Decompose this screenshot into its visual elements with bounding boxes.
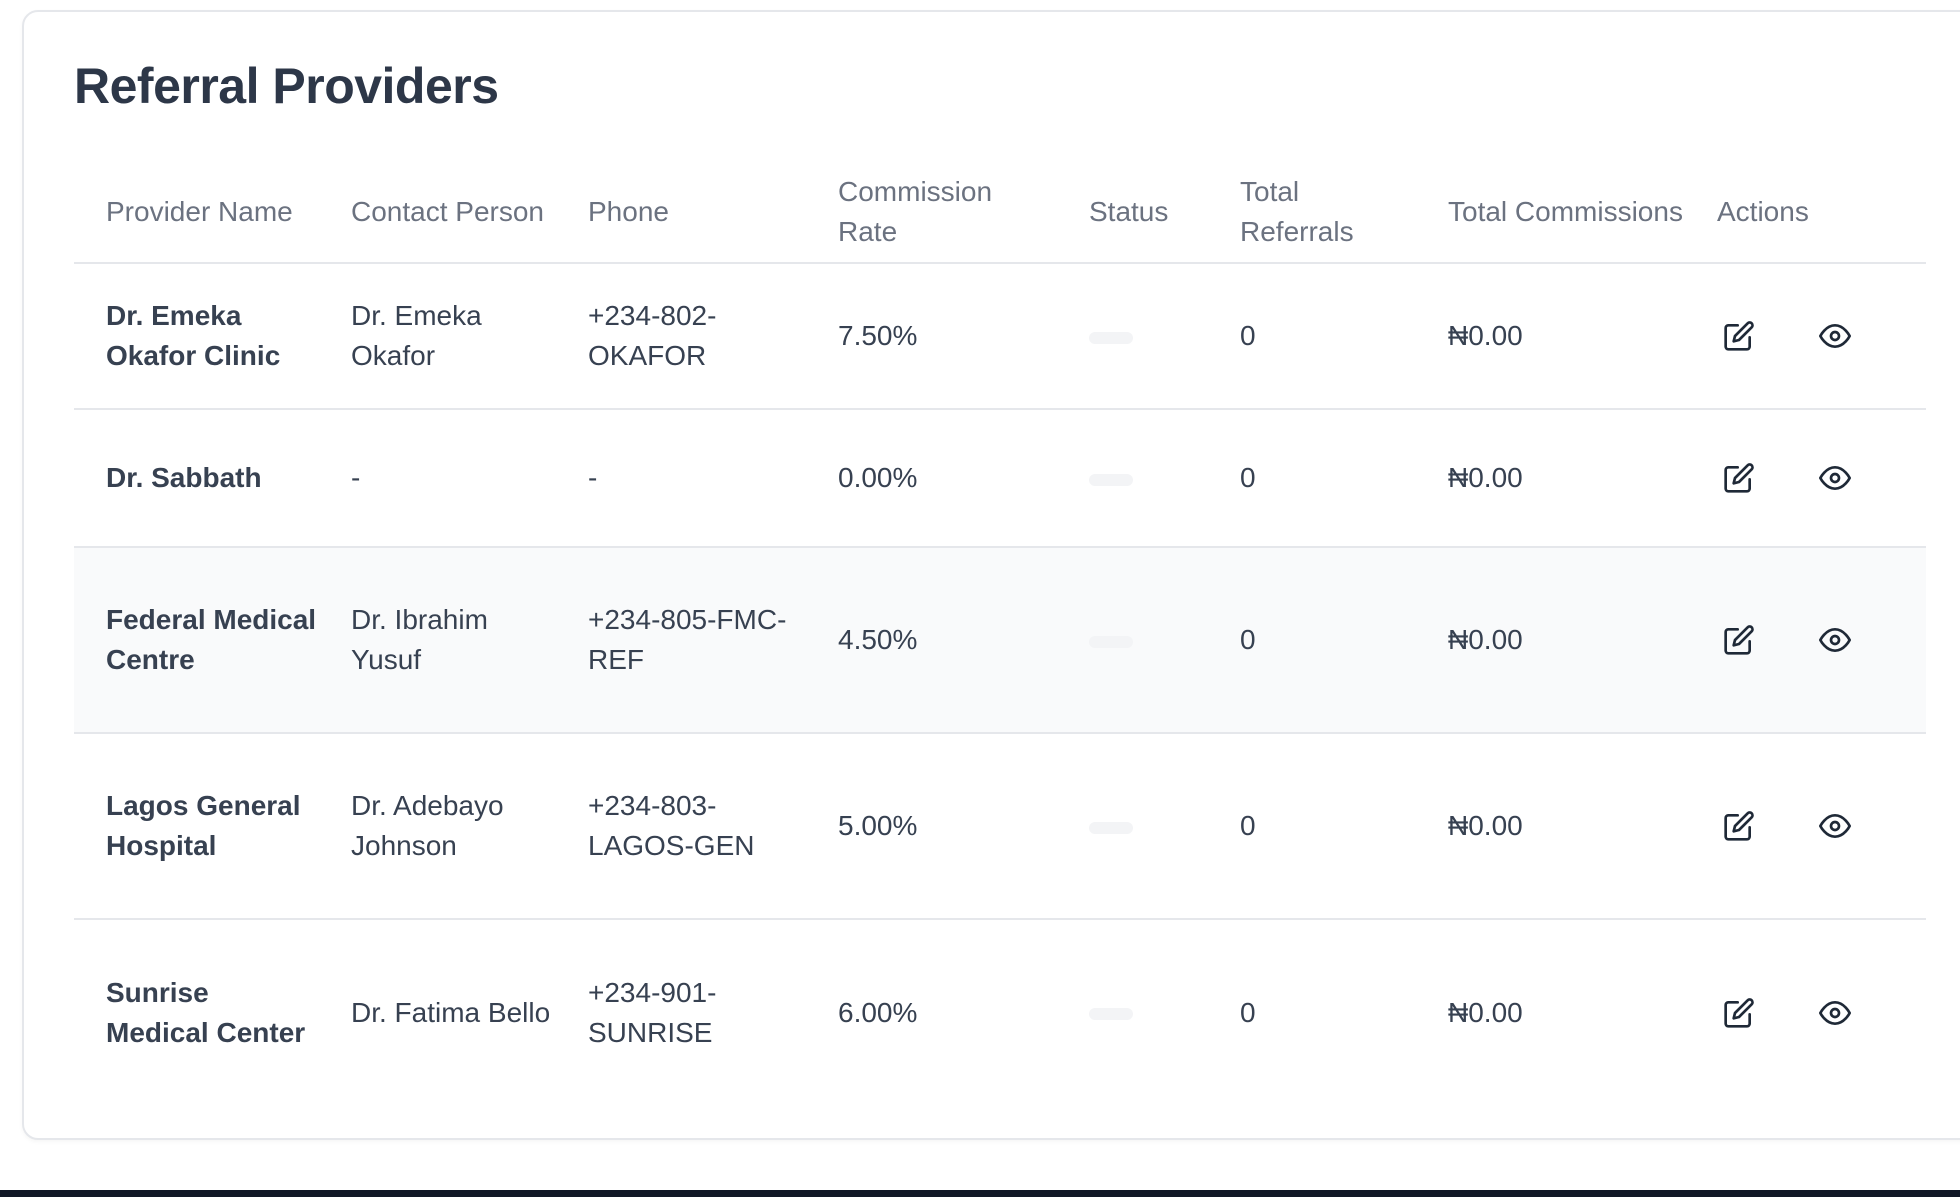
- total-commissions-cell: ₦0.00: [1416, 733, 1685, 920]
- phone-cell: +234-803-LAGOS-GEN: [556, 733, 806, 920]
- status-cell: [1057, 733, 1208, 920]
- commission-rate-cell: 4.50%: [806, 547, 1057, 734]
- total-referrals-cell: 0: [1240, 996, 1256, 1028]
- status-cell: [1057, 409, 1208, 548]
- edit-icon: [1724, 997, 1754, 1028]
- commission-rate-cell: 7.50%: [806, 263, 1057, 410]
- edit-button[interactable]: [1717, 991, 1761, 1035]
- table-row: Dr. Emeka Okafor Clinic Dr. Emeka Okafor…: [74, 263, 1926, 410]
- actions-cell: [1685, 409, 1926, 548]
- commission-rate-cell: 5.00%: [806, 733, 1057, 920]
- actions-cell: [1685, 263, 1926, 410]
- phone-cell: +234-805-FMC-REF: [556, 547, 806, 734]
- status-badge: [1089, 331, 1133, 344]
- contact-person-cell: Dr. Ibrahim Yusuf: [319, 547, 556, 734]
- providers-table: Provider Name Contact Person Phone Commi…: [74, 162, 1926, 1105]
- eye-icon: [1819, 466, 1851, 490]
- status-cell: [1057, 547, 1208, 734]
- eye-icon: [1819, 628, 1851, 652]
- status-badge: [1089, 635, 1133, 648]
- referral-providers-card: Referral Providers Provider Name Contact…: [22, 10, 1960, 1140]
- footer-bar: [0, 1190, 1960, 1197]
- phone-cell: +234-802-OKAFOR: [556, 263, 806, 410]
- contact-person-cell: Dr. Fatima Bello: [351, 996, 551, 1028]
- view-button[interactable]: [1813, 618, 1857, 662]
- edit-icon: [1724, 463, 1754, 493]
- status-badge: [1089, 821, 1133, 834]
- total-commissions-cell: ₦0.00: [1416, 547, 1685, 734]
- contact-person-cell: Dr. Adebayo Johnson: [319, 733, 556, 920]
- table-row: Lagos General Hospital Dr. Adebayo Johns…: [74, 733, 1926, 920]
- total-commissions-cell: ₦0.00: [1416, 263, 1685, 410]
- total-referrals-cell: 0: [1208, 409, 1416, 548]
- total-commissions-cell: ₦0.00: [1416, 409, 1685, 548]
- provider-name-cell: Dr. Sabbath: [74, 409, 319, 548]
- header-phone: Phone: [556, 162, 806, 264]
- provider-name-cell: Lagos General Hospital: [74, 733, 319, 920]
- view-button[interactable]: [1813, 456, 1857, 500]
- status-cell: [1057, 263, 1208, 410]
- header-total-commissions: Total Commissions: [1416, 162, 1685, 264]
- edit-button[interactable]: [1717, 314, 1761, 358]
- total-commissions-cell: ₦0.00: [1448, 996, 1523, 1028]
- header-total-referrals: Total Referrals: [1208, 162, 1416, 264]
- edit-icon: [1724, 811, 1754, 841]
- page-title: Referral Providers: [74, 58, 499, 114]
- view-button[interactable]: [1813, 804, 1857, 848]
- commission-rate-cell: 6.00%: [838, 996, 918, 1028]
- contact-person-cell: Dr. Emeka Okafor: [319, 263, 556, 410]
- eye-icon: [1819, 1000, 1851, 1025]
- edit-button[interactable]: [1717, 804, 1761, 848]
- table-row: Dr. Sabbath - - 0.00% 0 ₦0.00: [74, 409, 1926, 548]
- header-actions: Actions: [1685, 162, 1926, 264]
- eye-icon: [1819, 324, 1851, 348]
- total-referrals-cell: 0: [1208, 733, 1416, 920]
- view-button[interactable]: [1813, 991, 1857, 1035]
- phone-cell: +234-901-SUNRISE: [588, 976, 717, 1048]
- total-referrals-cell: 0: [1208, 547, 1416, 734]
- table-header-row: Provider Name Contact Person Phone Commi…: [74, 162, 1926, 264]
- header-commission-rate: Commission Rate: [806, 162, 1057, 264]
- provider-name-cell: Sunrise Medical Center: [106, 976, 306, 1048]
- total-referrals-cell: 0: [1208, 263, 1416, 410]
- provider-name-cell: Dr. Emeka Okafor Clinic: [74, 263, 319, 410]
- table-row: Federal Medical Centre Dr. Ibrahim Yusuf…: [74, 547, 1926, 734]
- edit-button[interactable]: [1717, 456, 1761, 500]
- status-badge: [1089, 473, 1133, 486]
- actions-cell: [1685, 547, 1926, 734]
- eye-icon: [1819, 814, 1851, 838]
- provider-name-cell: Federal Medical Centre: [74, 547, 319, 734]
- table-row: Sunrise Medical Center Dr. Fatima Bello …: [74, 919, 1926, 1105]
- actions-cell: [1685, 919, 1926, 1105]
- edit-button[interactable]: [1717, 618, 1761, 662]
- status-badge: [1089, 1008, 1133, 1021]
- header-status: Status: [1057, 162, 1208, 264]
- header-contact-person: Contact Person: [319, 162, 556, 264]
- edit-icon: [1724, 625, 1754, 655]
- phone-cell: -: [556, 409, 806, 548]
- actions-cell: [1685, 733, 1926, 920]
- view-button[interactable]: [1813, 314, 1857, 358]
- commission-rate-cell: 0.00%: [806, 409, 1057, 548]
- status-cell: [1057, 919, 1208, 1105]
- edit-icon: [1724, 321, 1754, 351]
- contact-person-cell: -: [319, 409, 556, 548]
- header-provider-name: Provider Name: [74, 162, 319, 264]
